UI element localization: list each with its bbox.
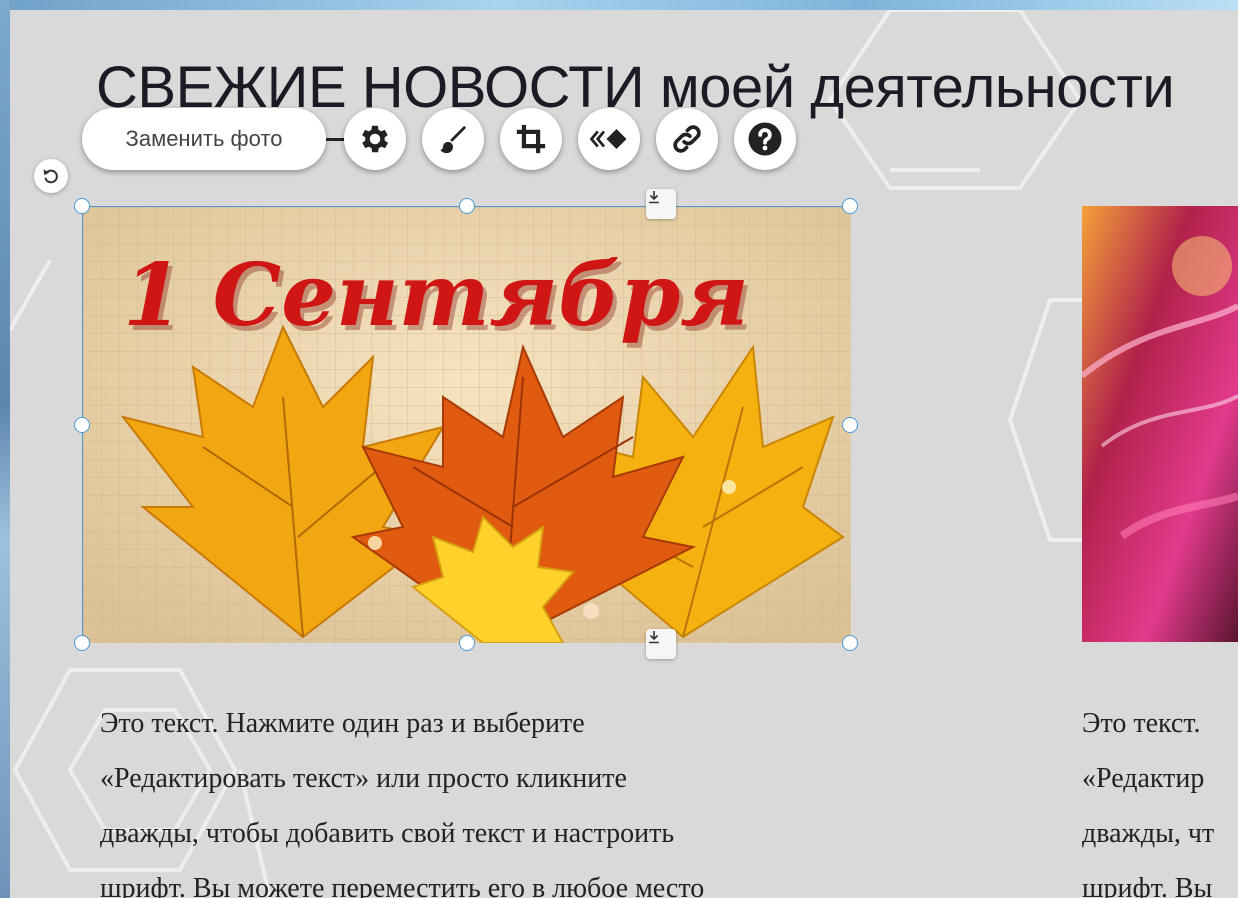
selected-photo[interactable]: 1 Сентября 1 Сентября [74, 189, 858, 659]
resize-handle-bottom-left[interactable] [74, 635, 90, 651]
autumn-leaves-image: 1 Сентября 1 Сентября [83, 207, 851, 643]
text-line: шрифт. Вы [1082, 873, 1213, 898]
text-line: дважды, чт [1082, 818, 1215, 849]
text-line: шрифт. Вы можете переместить его в любое… [100, 873, 705, 898]
decorative-frame-top [0, 0, 1238, 10]
crop-button[interactable] [500, 108, 562, 170]
animation-button[interactable] [578, 108, 640, 170]
gear-icon [362, 125, 389, 153]
settings-button[interactable] [344, 108, 406, 170]
anchor-bottom-button[interactable] [646, 629, 676, 659]
resize-handle-left[interactable] [74, 417, 90, 433]
second-photo[interactable] [1082, 206, 1238, 642]
text-line: «Редактир [1082, 763, 1205, 794]
resize-handle-top-left[interactable] [74, 198, 90, 214]
download-arrow-icon [649, 191, 659, 204]
text-block-1[interactable]: Это текст. Нажмите один раз и выберите «… [100, 696, 704, 898]
resize-handle-right[interactable] [842, 417, 858, 433]
link-button[interactable] [656, 108, 718, 170]
text-block-2[interactable]: Это текст. «Редактир дважды, чт шрифт. В… [1082, 698, 1238, 898]
help-icon [748, 122, 782, 156]
rotate-icon [43, 169, 58, 184]
resize-handle-bottom-right[interactable] [842, 635, 858, 651]
toolbar-connector [326, 138, 346, 141]
replace-photo-button[interactable]: Заменить фото [82, 108, 326, 170]
resize-handle-top-right[interactable] [842, 198, 858, 214]
rotate-handle[interactable] [34, 159, 68, 193]
design-button[interactable] [422, 108, 484, 170]
text-line: Это текст. [1082, 708, 1201, 739]
text-line: Это текст. Нажмите один раз и выберите [100, 708, 585, 739]
crop-icon [516, 124, 546, 154]
animation-icon [589, 129, 627, 149]
svg-text:1 Сентября: 1 Сентября [123, 245, 749, 346]
anchor-top-button[interactable] [646, 189, 676, 219]
brush-icon [440, 126, 466, 154]
download-arrow-icon [649, 631, 659, 644]
page-canvas: СВЕЖИЕ НОВОСТИ моей деятельности Заменит… [10, 10, 1238, 898]
text-line: «Редактировать текст» или просто кликнит… [100, 763, 627, 794]
resize-handle-top[interactable] [459, 198, 475, 214]
resize-handle-bottom[interactable] [459, 635, 475, 651]
decorative-frame-left [0, 0, 10, 898]
link-icon [673, 125, 701, 153]
abstract-pink-image [1082, 206, 1238, 642]
help-button[interactable] [734, 108, 796, 170]
text-line: дважды, чтобы добавить свой текст и наст… [100, 818, 675, 849]
